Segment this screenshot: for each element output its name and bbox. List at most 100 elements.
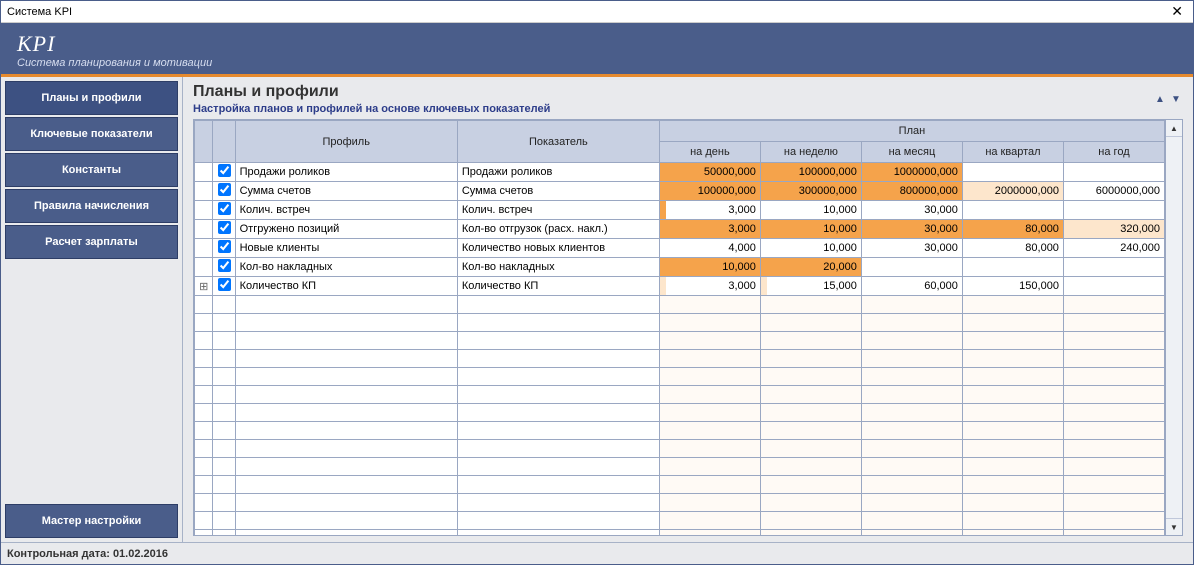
plan-quarter-cell[interactable]: [962, 258, 1063, 277]
sidebar-item-salary[interactable]: Расчет зарплаты: [5, 225, 178, 259]
col-header-week[interactable]: на неделю: [760, 142, 861, 163]
row-checkbox[interactable]: [218, 240, 231, 253]
checkbox-cell[interactable]: [213, 163, 235, 182]
plan-week-cell[interactable]: 10,000: [760, 239, 861, 258]
move-up-button[interactable]: [1155, 93, 1167, 105]
plan-year-cell[interactable]: 6000000,000: [1063, 182, 1164, 201]
plan-week-cell[interactable]: 10,000: [760, 201, 861, 220]
status-bar: Контрольная дата: 01.02.2016: [1, 542, 1193, 564]
plan-year-cell[interactable]: 320,000: [1063, 220, 1164, 239]
plans-grid[interactable]: Профиль Показатель План на день на недел…: [194, 120, 1165, 536]
checkbox-cell[interactable]: [213, 220, 235, 239]
col-header-month[interactable]: на месяц: [861, 142, 962, 163]
plan-week-cell[interactable]: 100000,000: [760, 163, 861, 182]
checkbox-cell[interactable]: [213, 239, 235, 258]
indicator-cell[interactable]: Количество КП: [457, 277, 659, 296]
checkbox-cell[interactable]: [213, 182, 235, 201]
profile-cell[interactable]: Сумма счетов: [235, 182, 457, 201]
profile-cell[interactable]: Колич. встреч: [235, 201, 457, 220]
table-row[interactable]: Новые клиентыКоличество новых клиентов4,…: [195, 239, 1165, 258]
plan-month-cell[interactable]: 60,000: [861, 277, 962, 296]
sidebar-spacer: [5, 261, 178, 502]
col-header-year[interactable]: на год: [1063, 142, 1164, 163]
plan-year-cell[interactable]: [1063, 163, 1164, 182]
checkbox-cell[interactable]: [213, 258, 235, 277]
col-header-profile[interactable]: Профиль: [235, 121, 457, 163]
close-button[interactable]: ✕: [1167, 3, 1187, 20]
profile-cell[interactable]: Количество КП: [235, 277, 457, 296]
plan-week-cell[interactable]: 20,000: [760, 258, 861, 277]
plan-quarter-cell[interactable]: 80,000: [962, 239, 1063, 258]
plan-year-cell[interactable]: 240,000: [1063, 239, 1164, 258]
status-text: Контрольная дата: 01.02.2016: [7, 548, 168, 560]
plan-day-cell[interactable]: 3,000: [659, 220, 760, 239]
table-row-empty: [195, 440, 1165, 458]
plan-day-cell[interactable]: 50000,000: [659, 163, 760, 182]
col-header-day[interactable]: на день: [659, 142, 760, 163]
checkbox-cell[interactable]: [213, 277, 235, 296]
table-row[interactable]: Сумма счетовСумма счетов100000,000300000…: [195, 182, 1165, 201]
plan-week-cell[interactable]: 10,000: [760, 220, 861, 239]
indicator-cell[interactable]: Сумма счетов: [457, 182, 659, 201]
table-row[interactable]: Колич. встречКолич. встреч3,00010,00030,…: [195, 201, 1165, 220]
sidebar-item-rules[interactable]: Правила начисления: [5, 189, 178, 223]
expand-cell[interactable]: ⊞: [195, 277, 213, 296]
table-row-empty: [195, 422, 1165, 440]
sidebar-item-constants[interactable]: Константы: [5, 153, 178, 187]
table-row[interactable]: Отгружено позицийКол-во отгрузок (расх. …: [195, 220, 1165, 239]
indicator-cell[interactable]: Колич. встреч: [457, 201, 659, 220]
indicator-cell[interactable]: Продажи роликов: [457, 163, 659, 182]
table-row-empty: [195, 314, 1165, 332]
plan-day-cell[interactable]: 3,000: [659, 277, 760, 296]
sidebar-item-kpi[interactable]: Ключевые показатели: [5, 117, 178, 151]
plan-year-cell[interactable]: [1063, 258, 1164, 277]
checkbox-cell[interactable]: [213, 201, 235, 220]
col-header-quarter[interactable]: на квартал: [962, 142, 1063, 163]
table-row[interactable]: ⊞Количество КПКоличество КП3,00015,00060…: [195, 277, 1165, 296]
row-checkbox[interactable]: [218, 278, 231, 291]
plan-day-cell[interactable]: 100000,000: [659, 182, 760, 201]
plan-month-cell[interactable]: 30,000: [861, 201, 962, 220]
sidebar-item-wizard[interactable]: Мастер настройки: [5, 504, 178, 538]
move-down-button[interactable]: [1171, 93, 1183, 105]
plan-quarter-cell[interactable]: 80,000: [962, 220, 1063, 239]
sidebar-item-plans[interactable]: Планы и профили: [5, 81, 178, 115]
row-checkbox[interactable]: [218, 183, 231, 196]
plan-week-cell[interactable]: 300000,000: [760, 182, 861, 201]
plan-month-cell[interactable]: 30,000: [861, 220, 962, 239]
row-checkbox[interactable]: [218, 202, 231, 215]
grid-container: Профиль Показатель План на день на недел…: [193, 119, 1183, 536]
col-header-indicator[interactable]: Показатель: [457, 121, 659, 163]
row-checkbox[interactable]: [218, 164, 231, 177]
plan-day-cell[interactable]: 10,000: [659, 258, 760, 277]
plan-day-cell[interactable]: 4,000: [659, 239, 760, 258]
plan-week-cell[interactable]: 15,000: [760, 277, 861, 296]
plan-month-cell[interactable]: 30,000: [861, 239, 962, 258]
col-header-expand: [195, 121, 213, 163]
plan-month-cell[interactable]: 1000000,000: [861, 163, 962, 182]
row-checkbox[interactable]: [218, 259, 231, 272]
plan-day-cell[interactable]: 3,000: [659, 201, 760, 220]
table-row[interactable]: Кол-во накладныхКол-во накладных10,00020…: [195, 258, 1165, 277]
profile-cell[interactable]: Продажи роликов: [235, 163, 457, 182]
plan-quarter-cell[interactable]: [962, 163, 1063, 182]
plan-quarter-cell[interactable]: 150,000: [962, 277, 1063, 296]
vertical-scrollbar[interactable]: ▲ ▼: [1165, 120, 1182, 535]
table-row[interactable]: Продажи роликовПродажи роликов50000,0001…: [195, 163, 1165, 182]
indicator-cell[interactable]: Количество новых клиентов: [457, 239, 659, 258]
indicator-cell[interactable]: Кол-во накладных: [457, 258, 659, 277]
table-row-empty: [195, 332, 1165, 350]
profile-cell[interactable]: Новые клиенты: [235, 239, 457, 258]
plan-month-cell[interactable]: 800000,000: [861, 182, 962, 201]
plan-quarter-cell[interactable]: [962, 201, 1063, 220]
row-checkbox[interactable]: [218, 221, 231, 234]
plan-month-cell[interactable]: [861, 258, 962, 277]
plan-year-cell[interactable]: [1063, 277, 1164, 296]
indicator-cell[interactable]: Кол-во отгрузок (расх. накл.): [457, 220, 659, 239]
profile-cell[interactable]: Отгружено позиций: [235, 220, 457, 239]
profile-cell[interactable]: Кол-во накладных: [235, 258, 457, 277]
plan-quarter-cell[interactable]: 2000000,000: [962, 182, 1063, 201]
plan-year-cell[interactable]: [1063, 201, 1164, 220]
scroll-down-button[interactable]: ▼: [1166, 518, 1182, 535]
scroll-up-button[interactable]: ▲: [1166, 120, 1182, 137]
